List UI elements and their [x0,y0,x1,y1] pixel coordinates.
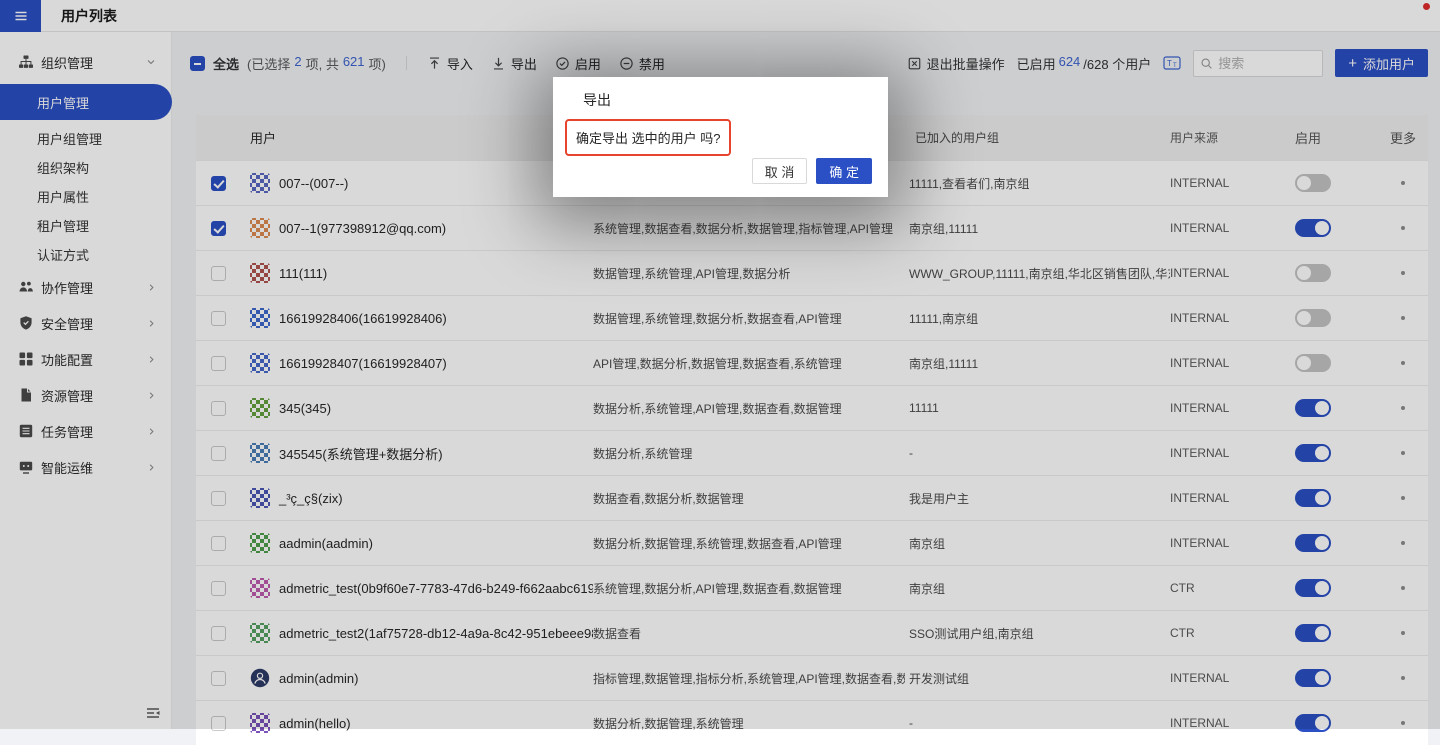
dialog-message: 确定导出 选中的用户 吗? [576,128,720,147]
annotation-highlight-box: 确定导出 选中的用户 吗? [565,119,731,156]
dialog-title: 导出 [583,90,611,110]
export-dialog: 导出 确定导出 选中的用户 吗? 取 消 确 定 [553,77,888,197]
cancel-button[interactable]: 取 消 [752,158,808,184]
confirm-button[interactable]: 确 定 [816,158,872,184]
